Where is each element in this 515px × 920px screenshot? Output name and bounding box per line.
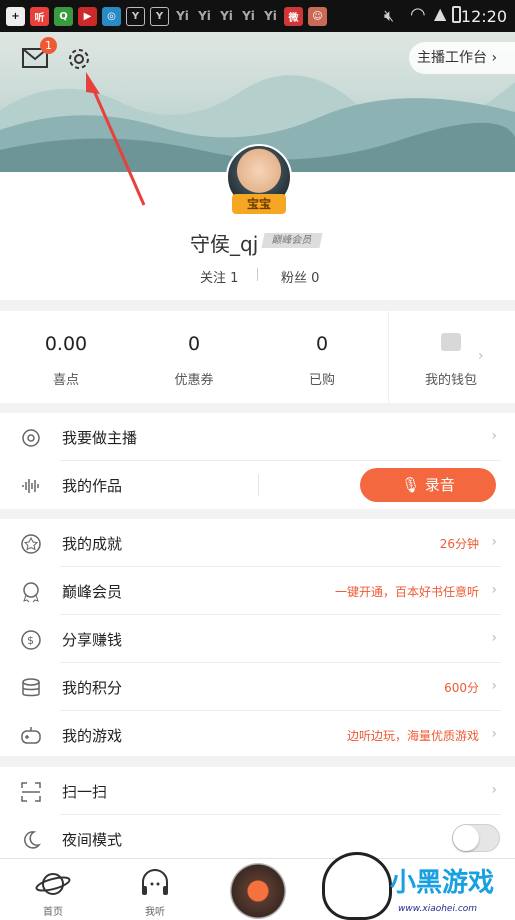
avatar-badge: 宝宝 — [232, 194, 286, 214]
chevron-right-icon: › — [491, 726, 497, 742]
record-label: 录音 — [424, 476, 455, 494]
avatar-app-icon: ☺ — [308, 6, 327, 26]
coin-stack-icon — [22, 678, 40, 697]
yi-notification-icon: Yi — [242, 9, 255, 23]
menu-label: 巅峰会员 — [62, 583, 123, 601]
chevron-right-icon: › — [491, 534, 497, 550]
play-disc-icon[interactable] — [230, 863, 286, 919]
scan-icon — [21, 782, 41, 802]
watermark-url: www.xiaohei.com — [398, 904, 478, 914]
yi-app-icon: Y — [150, 6, 169, 26]
menu-item-games[interactable]: 我的游戏 边听边玩，海量优质游戏 › — [0, 711, 515, 759]
signal-icon: ▲ — [434, 4, 447, 23]
q-app-icon: Q — [54, 6, 73, 26]
status-bar: + 听 Q ▶ ◎ Y Y Yi Yi Yi Yi Yi 微 ☺ 🔇︎ ◠ ▲ … — [0, 0, 515, 32]
star-badge-icon — [21, 534, 41, 554]
chevron-right-icon: › — [491, 782, 497, 798]
user-nickname: 守侯_qj — [190, 232, 259, 256]
ting-app-icon: 听 — [30, 6, 49, 26]
svg-text:$: $ — [27, 634, 34, 647]
chevron-right-icon: › — [491, 630, 497, 646]
coupon-label: 优惠券 — [174, 373, 214, 388]
menu-label: 我的积分 — [62, 679, 123, 697]
gear-icon[interactable] — [66, 46, 92, 72]
tab-listen-label[interactable]: 我听 — [125, 903, 185, 918]
video-app-icon: ▶ — [78, 6, 97, 26]
microphone-icon: 🎙︎ — [401, 476, 425, 494]
chevron-right-icon: › — [491, 678, 497, 694]
tab-home-label[interactable]: 首页 — [23, 903, 83, 918]
wallet-icon[interactable] — [441, 333, 461, 351]
stats-panel — [0, 311, 515, 403]
coupon-value[interactable]: 0 — [154, 333, 234, 355]
menu-item-become-anchor[interactable]: 我要做主播 › — [0, 413, 515, 461]
menu-item-points[interactable]: 我的积分 600分 › — [0, 663, 515, 711]
toggle-knob — [453, 825, 479, 851]
add-icon: + — [6, 6, 25, 26]
menu-item-share-earn[interactable]: $ 分享赚钱 › — [0, 615, 515, 663]
map-app-icon: ◎ — [102, 6, 121, 26]
panda-logo — [322, 852, 392, 920]
purchased-value[interactable]: 0 — [282, 333, 362, 355]
dollar-coin-icon: $ — [21, 630, 41, 650]
moon-icon — [24, 831, 42, 849]
menu-label: 扫一扫 — [62, 783, 108, 801]
menu-label: 分享赚钱 — [62, 631, 123, 649]
fans-count[interactable]: 粉丝 0 — [281, 267, 319, 286]
gamepad-icon — [21, 727, 41, 744]
wallet-chevron-icon: › — [478, 348, 484, 364]
yi-notification-icon: Yi — [176, 9, 189, 23]
follow-count[interactable]: 关注 1 — [200, 267, 238, 286]
mail-badge: 1 — [40, 37, 57, 54]
menu-label: 我的成就 — [62, 535, 123, 553]
yi-notification-icon: Yi — [220, 9, 233, 23]
anchor-workbench-button[interactable]: 主播工作台 › — [409, 42, 515, 74]
waveform-icon — [22, 479, 39, 493]
battery-icon — [452, 6, 461, 23]
night-mode-toggle[interactable] — [452, 824, 500, 852]
menu-label: 我的作品 — [62, 477, 123, 495]
medal-icon — [23, 582, 39, 603]
purchased-label: 已购 — [308, 373, 335, 388]
menu-value: 600分 — [444, 681, 479, 695]
chevron-right-icon: › — [491, 428, 497, 444]
xidian-value[interactable]: 0.00 — [26, 333, 106, 355]
menu-item-night-mode[interactable]: 夜间模式 — [0, 815, 515, 863]
yi-notification-icon: Yi — [198, 9, 211, 23]
watermark-text: 小黑游戏 — [390, 868, 495, 898]
clock: 12:20 — [460, 7, 507, 26]
planet-icon[interactable] — [35, 870, 71, 898]
vip-badge: 巅峰会员 — [261, 233, 323, 248]
divider — [388, 311, 389, 403]
menu-value: 边听边玩，海量优质游戏 — [346, 729, 479, 743]
menu-item-scan[interactable]: 扫一扫 › — [0, 767, 515, 815]
menu-value: 26分钟 — [439, 537, 479, 551]
yi-notification-icon: Yi — [264, 9, 277, 23]
weibo-app-icon: 微 — [284, 6, 303, 26]
divider — [257, 268, 258, 281]
divider — [258, 474, 259, 496]
menu-label: 我要做主播 — [62, 429, 138, 447]
mute-icon: 🔇︎ — [384, 6, 395, 25]
xidian-label: 喜点 — [52, 373, 79, 388]
menu-label: 我的游戏 — [62, 727, 123, 745]
menu-item-achievements[interactable]: 我的成就 26分钟 › — [0, 519, 515, 567]
headphones-icon[interactable] — [139, 868, 171, 898]
chevron-right-icon: › — [491, 582, 497, 598]
menu-value: 一键开通，百本好书任意听 — [334, 585, 479, 599]
wifi-icon: ◠ — [410, 4, 426, 25]
wallet-label[interactable]: 我的钱包 — [411, 369, 491, 388]
menu-item-vip[interactable]: 巅峰会员 一键开通，百本好书任意听 › — [0, 567, 515, 615]
broadcast-icon — [22, 429, 40, 447]
record-button[interactable]: 🎙︎ 录音 — [360, 468, 496, 502]
yi-app-icon: Y — [126, 6, 145, 26]
menu-label: 夜间模式 — [62, 831, 123, 849]
